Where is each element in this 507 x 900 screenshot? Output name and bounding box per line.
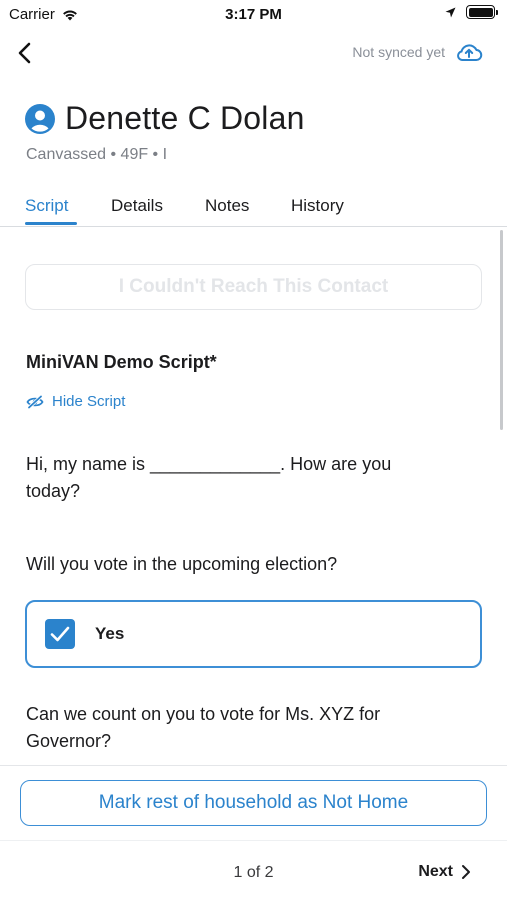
sync-status-label: Not synced yet [352, 44, 445, 60]
hide-script-label: Hide Script [52, 393, 126, 410]
divider [0, 840, 507, 841]
active-tab-indicator [25, 222, 77, 225]
tab-bar: Script Details Notes History [0, 192, 507, 227]
next-button[interactable]: Next [418, 863, 471, 881]
tab-details[interactable]: Details [111, 196, 163, 216]
battery-level [468, 7, 493, 17]
question-vote: Will you vote in the upcoming election? [26, 554, 338, 574]
contact-meta: Canvassed • 49F • I [26, 146, 168, 163]
chevron-right-icon [462, 865, 470, 879]
contact-header: Denette C Dolan [25, 100, 305, 137]
couldnt-reach-button[interactable]: I Couldn't Reach This Contact [25, 264, 482, 310]
chevron-left-icon [18, 42, 31, 64]
answer-yes-label: Yes [95, 624, 125, 643]
tab-notes[interactable]: Notes [205, 196, 249, 216]
divider [0, 765, 507, 766]
contact-name: Denette C Dolan [65, 100, 305, 136]
back-button[interactable] [12, 38, 42, 68]
hide-script-button[interactable]: Hide Script [26, 393, 125, 410]
script-title: MiniVAN Demo Script* [26, 352, 217, 372]
checkmark-icon [50, 626, 70, 642]
nav-bar: Not synced yet [0, 36, 507, 72]
cloud-upload-icon [457, 44, 483, 61]
status-bar: Carrier 3:17 PM [0, 0, 507, 30]
answer-yes-option[interactable]: Yes [25, 600, 482, 668]
eye-slash-icon [26, 394, 44, 409]
status-icons [445, 5, 498, 19]
script-intro: Hi, my name is _____________. How are yo… [26, 454, 392, 501]
question-support: Can we count on you to vote for Ms. XYZ … [26, 704, 381, 751]
tab-script[interactable]: Script [25, 196, 68, 216]
checkbox[interactable] [45, 619, 75, 649]
location-arrow-icon [445, 7, 456, 17]
tab-history[interactable]: History [291, 196, 344, 216]
mark-household-not-home-button[interactable]: Mark rest of household as Not Home [20, 780, 487, 826]
next-label: Next [418, 863, 453, 880]
sync-status[interactable]: Not synced yet [352, 42, 483, 62]
battery-icon [466, 5, 498, 19]
clock: 3:17 PM [225, 6, 282, 23]
scrollbar[interactable] [500, 230, 503, 430]
person-circle-icon [25, 103, 55, 134]
